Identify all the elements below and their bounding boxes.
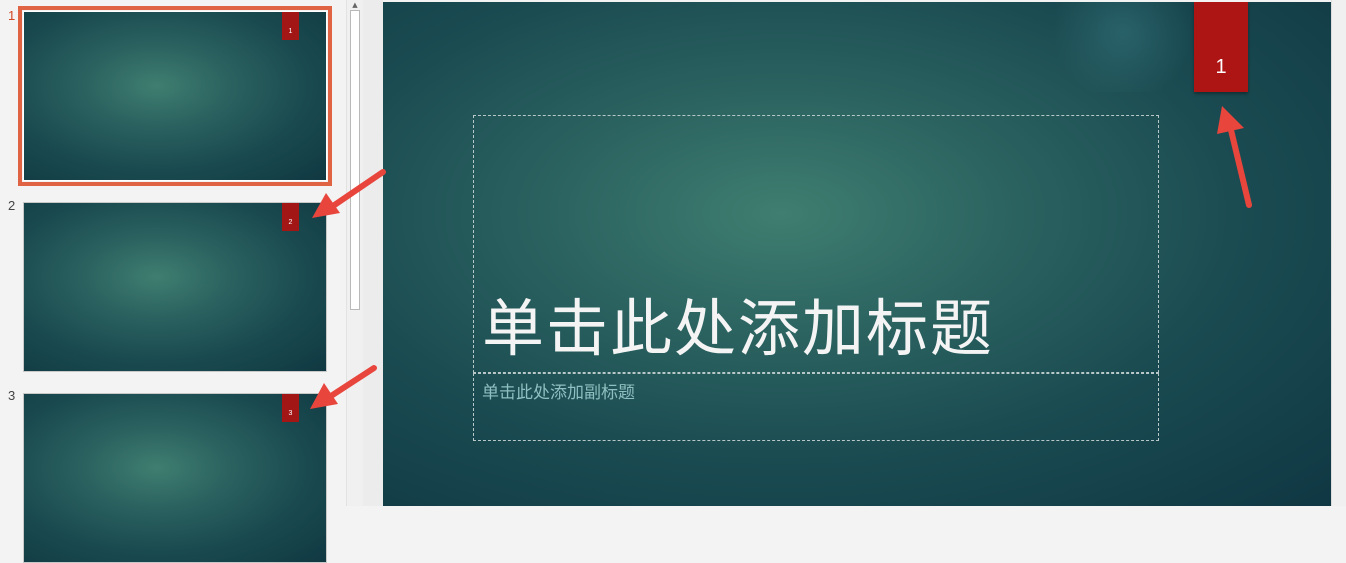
- slide-number-3: 3: [8, 388, 16, 403]
- slide-number-badge: 1: [282, 12, 299, 40]
- slide-number-badge: 2: [282, 203, 299, 231]
- subtitle-text[interactable]: 单击此处添加副标题: [482, 378, 635, 403]
- slide-thumbnail-3[interactable]: 3: [23, 393, 327, 563]
- slide-thumbnail-1[interactable]: 1: [18, 6, 332, 186]
- subtitle-placeholder[interactable]: 单击此处添加副标题: [473, 373, 1159, 441]
- title-placeholder[interactable]: 单击此处添加标题: [473, 115, 1159, 373]
- pane-splitter[interactable]: [363, 0, 383, 506]
- thumbnail-scrollbar[interactable]: ▲: [346, 0, 363, 506]
- slide-thumbnail-pane: 1 1 2 2 3 3: [0, 0, 346, 563]
- slide-scrollbar[interactable]: [1331, 0, 1346, 506]
- title-text[interactable]: 单击此处添加标题: [482, 278, 994, 368]
- slide-number-badge: 3: [282, 394, 299, 422]
- slide-number-2: 2: [8, 198, 16, 213]
- scrollbar-thumb[interactable]: [350, 10, 360, 310]
- slide-number-badge[interactable]: 1: [1194, 2, 1248, 92]
- scroll-up-icon[interactable]: ▲: [347, 0, 363, 10]
- slide-number-1: 1: [8, 8, 16, 23]
- slide-canvas[interactable]: 1 单击此处添加标题 单击此处添加副标题: [383, 2, 1331, 506]
- slide-thumbnail-2[interactable]: 2: [23, 202, 327, 372]
